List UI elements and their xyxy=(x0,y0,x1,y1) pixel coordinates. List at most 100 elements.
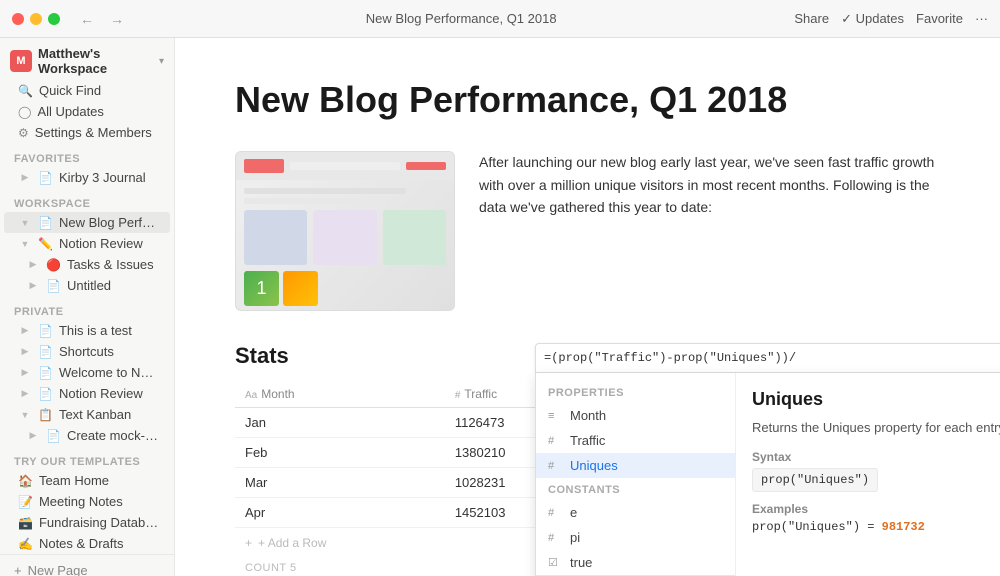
cell-month: Mar xyxy=(235,468,445,498)
constants-label: Constants xyxy=(536,478,735,500)
traffic-lights xyxy=(12,13,60,25)
sidebar-item-untitled[interactable]: ▶ 📄 Untitled xyxy=(4,275,170,296)
number-icon: # xyxy=(455,390,461,401)
prop-month-label: Month xyxy=(570,408,606,423)
properties-label: Properties xyxy=(536,381,735,403)
plus-icon: + xyxy=(14,563,22,576)
prop-uniques-label: Uniques xyxy=(570,458,618,473)
formula-dropdown: Properties ≡ Month # Traffic # xyxy=(535,373,1000,576)
workspace-section-label: WORKSPACE xyxy=(0,188,174,212)
sidebar-item-notes-drafts[interactable]: ✍️ Notes & Drafts xyxy=(4,533,170,554)
formula-const-pi[interactable]: # pi xyxy=(536,525,735,550)
num-prop-icon: # xyxy=(548,435,562,447)
formula-right-panel: Uniques Returns the Uniques property for… xyxy=(736,373,1000,576)
favorite-button[interactable]: Favorite xyxy=(916,11,963,26)
sidebar-item-test[interactable]: ▶ 📄 This is a test xyxy=(4,320,170,341)
more-button[interactable]: ··· xyxy=(975,11,988,26)
db-icon: 🗃️ xyxy=(18,516,33,530)
updates-icon: ◯ xyxy=(18,105,31,119)
formula-overlay: Done Properties ≡ Month # Traffic xyxy=(535,343,1000,576)
private-section-label: PRIVATE xyxy=(0,296,174,320)
toggle-icon: ▶ xyxy=(18,366,32,380)
sidebar-item-fundraising[interactable]: 🗃️ Fundraising Database xyxy=(4,512,170,533)
share-button[interactable]: Share xyxy=(794,11,829,26)
toggle-icon: ▶ xyxy=(18,171,32,185)
doc-icon: 📄 xyxy=(46,429,61,443)
settings-icon: ⚙ xyxy=(18,126,29,140)
workspace-header[interactable]: M Matthew's Workspace ▾ xyxy=(0,38,174,80)
cell-month: Jan xyxy=(235,408,445,438)
formula-bar: Done xyxy=(535,343,1000,373)
maximize-button[interactable] xyxy=(48,13,60,25)
team-home-label: Team Home xyxy=(39,473,160,488)
example-line: prop("Uniques") = 981732 xyxy=(752,520,1000,534)
col-month: AaMonth xyxy=(235,381,445,408)
add-row-label: + Add a Row xyxy=(258,536,326,550)
img-top-bar xyxy=(236,152,454,180)
doc-icon: 📄 xyxy=(38,345,53,359)
close-button[interactable] xyxy=(12,13,24,25)
prop-traffic-label: Traffic xyxy=(570,433,605,448)
forward-button[interactable]: → xyxy=(106,9,128,29)
page-title: New Blog Performance, Q1 2018 xyxy=(235,78,940,121)
pencil-icon: ✏️ xyxy=(38,237,53,251)
updates-button[interactable]: ✓ Updates xyxy=(841,11,904,27)
minimize-button[interactable] xyxy=(30,13,42,25)
new-page-label: New Page xyxy=(28,563,88,576)
workspace-chevron-icon: ▾ xyxy=(159,56,164,67)
formula-const-e[interactable]: # e xyxy=(536,500,735,525)
toggle-icon: ▼ xyxy=(18,237,32,251)
kanban-icon: 📋 xyxy=(38,408,53,422)
sidebar-item-kirby-journal[interactable]: ▶ 📄 Kirby 3 Journal xyxy=(4,167,170,188)
settings-label: Settings & Members xyxy=(35,125,160,140)
cell-month: Feb xyxy=(235,438,445,468)
const-pi-label: pi xyxy=(570,530,580,545)
notes-icon: 📝 xyxy=(18,495,33,509)
toggle-icon: ▼ xyxy=(18,216,32,230)
welcome-label: Welcome to Notion xyxy=(59,365,160,380)
sidebar-item-kanban[interactable]: ▼ 📋 Text Kanban xyxy=(4,404,170,425)
all-updates-label: All Updates xyxy=(37,104,160,119)
sidebar-item-tasks[interactable]: ▶ 🔴 Tasks & Issues xyxy=(4,254,170,275)
favorites-section-label: FAVORITES xyxy=(0,143,174,167)
formula-prop-traffic[interactable]: # Traffic xyxy=(536,428,735,453)
drafts-icon: ✍️ xyxy=(18,537,33,551)
doc-icon: 📄 xyxy=(38,171,53,185)
back-button[interactable]: ← xyxy=(76,9,98,29)
templates-section-label: TRY OUR TEMPLATES xyxy=(0,446,174,470)
new-page-button[interactable]: + New Page xyxy=(0,554,174,576)
kanban-label: Text Kanban xyxy=(59,407,160,422)
sidebar-item-new-blog[interactable]: ▼ 📄 New Blog Performanc... xyxy=(4,212,170,233)
sidebar-item-quick-find[interactable]: 🔍 Quick Find xyxy=(4,80,170,101)
titlebar: ← → New Blog Performance, Q1 2018 Share … xyxy=(0,0,1000,38)
const-e-label: e xyxy=(570,505,577,520)
formula-prop-uniques[interactable]: # Uniques xyxy=(536,453,735,478)
toggle-icon: ▶ xyxy=(18,345,32,359)
new-blog-label: New Blog Performanc... xyxy=(59,215,160,230)
doc-icon: 📄 xyxy=(38,324,53,338)
syntax-label: Syntax xyxy=(752,450,1000,464)
sidebar-item-shortcuts[interactable]: ▶ 📄 Shortcuts xyxy=(4,341,170,362)
image-mock: 1 xyxy=(236,152,454,310)
doc-icon: 📄 xyxy=(38,216,53,230)
sidebar-item-welcome[interactable]: ▶ 📄 Welcome to Notion xyxy=(4,362,170,383)
prop-detail-desc: Returns the Uniques property for each en… xyxy=(752,418,1000,438)
sidebar-item-team-home[interactable]: 🏠 Team Home xyxy=(4,470,170,491)
example-value: 981732 xyxy=(882,520,925,534)
text-icon: Aa xyxy=(245,390,257,401)
sidebar-item-settings[interactable]: ⚙ Settings & Members xyxy=(4,122,170,143)
const-icon: # xyxy=(548,507,562,519)
formula-prop-month[interactable]: ≡ Month xyxy=(536,403,735,428)
issues-icon: 🔴 xyxy=(46,258,61,272)
sidebar-item-notion-review[interactable]: ▼ ✏️ Notion Review xyxy=(4,233,170,254)
syntax-code: prop("Uniques") xyxy=(752,468,878,492)
formula-input[interactable] xyxy=(544,351,1000,365)
sidebar-item-notion-review-private[interactable]: ▶ 📄 Notion Review xyxy=(4,383,170,404)
sidebar-item-all-updates[interactable]: ◯ All Updates xyxy=(4,101,170,122)
notes-drafts-label: Notes & Drafts xyxy=(39,536,160,551)
formula-left-panel: Properties ≡ Month # Traffic # xyxy=(536,373,736,576)
formula-const-true[interactable]: ☑ true xyxy=(536,550,735,575)
check-icon: ☑ xyxy=(548,556,562,569)
sidebar-item-meeting-notes[interactable]: 📝 Meeting Notes xyxy=(4,491,170,512)
sidebar-item-mockups[interactable]: ▶ 📄 Create mock-ups xyxy=(4,425,170,446)
